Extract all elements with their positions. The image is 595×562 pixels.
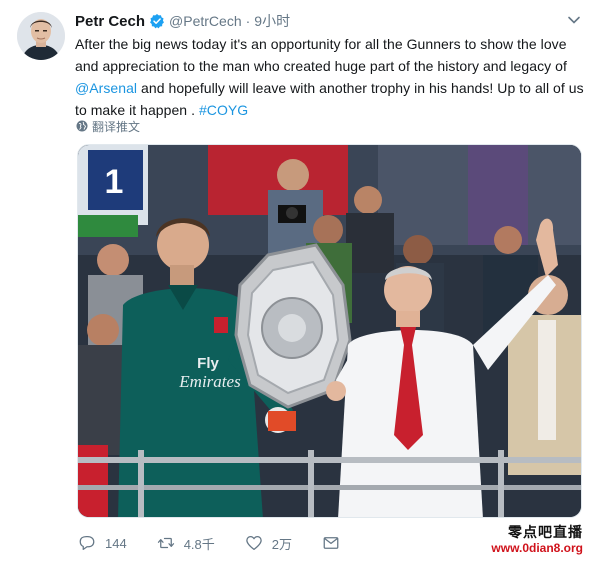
- avatar-photo: [17, 12, 65, 60]
- tweet-text-line-1: After the big news today it's an opportu…: [75, 36, 567, 52]
- watermark-title: 零点吧直播: [508, 524, 583, 540]
- tweet-text: After the big news today it's an opportu…: [75, 33, 585, 121]
- tweet-text-line-3-rest: and hopefully will leave with another tr…: [137, 80, 584, 96]
- heart-icon: [246, 535, 262, 551]
- tweet-text-line-4: to make it happen . #COYG: [75, 99, 585, 121]
- globe-icon: [76, 120, 88, 132]
- user-name[interactable]: Petr Cech: [75, 13, 145, 30]
- chevron-down-icon[interactable]: [567, 13, 581, 27]
- tweet-photo[interactable]: 1 Fly Emirates: [77, 144, 582, 518]
- tweet-timestamp[interactable]: 9小时: [254, 11, 290, 31]
- verified-badge-icon: [150, 14, 164, 29]
- tweet-text-line-3: @Arsenal and hopefully will leave with a…: [75, 77, 585, 99]
- reply-icon: [79, 535, 95, 551]
- tweet-text-line-2: and appreciation to the man who created …: [75, 58, 567, 74]
- translate-label: 翻译推文: [92, 119, 141, 134]
- direct-message-button[interactable]: [322, 534, 340, 552]
- shirt-sponsor-line-1: Fly: [197, 355, 219, 372]
- hashtag-link[interactable]: #COYG: [199, 102, 248, 118]
- retweet-icon: [157, 537, 174, 549]
- reply-button[interactable]: 144: [78, 534, 127, 552]
- tweet-actions: 144 4.8千 2万: [78, 532, 370, 554]
- photo-image: 1 Fly Emirates: [78, 145, 581, 517]
- user-handle[interactable]: @PetrCech: [169, 13, 242, 29]
- retweet-button[interactable]: 4.8千: [157, 534, 215, 553]
- tweet-text-line-4-start: to make it happen .: [75, 102, 199, 118]
- watermark-url: www.0dian8.org: [491, 541, 583, 555]
- watermark: 零点吧直播 www.0dian8.org: [491, 525, 583, 554]
- like-count: 2万: [271, 536, 293, 552]
- translate-tweet-button[interactable]: 翻译推文: [76, 117, 140, 135]
- shirt-sponsor-line-2: Emirates: [178, 372, 241, 391]
- avatar[interactable]: [17, 12, 65, 60]
- stand-number: 1: [105, 163, 124, 201]
- separator-dot: ·: [245, 13, 251, 29]
- envelope-icon: [323, 537, 339, 549]
- tweet: Petr Cech @PetrCech · 9小时 After the big …: [0, 0, 595, 562]
- reply-count: 144: [105, 535, 127, 551]
- retweet-count: 4.8千: [183, 536, 215, 552]
- like-button[interactable]: 2万: [245, 534, 292, 553]
- tweet-header: Petr Cech @PetrCech · 9小时: [75, 11, 290, 31]
- mention-link[interactable]: @Arsenal: [75, 80, 137, 96]
